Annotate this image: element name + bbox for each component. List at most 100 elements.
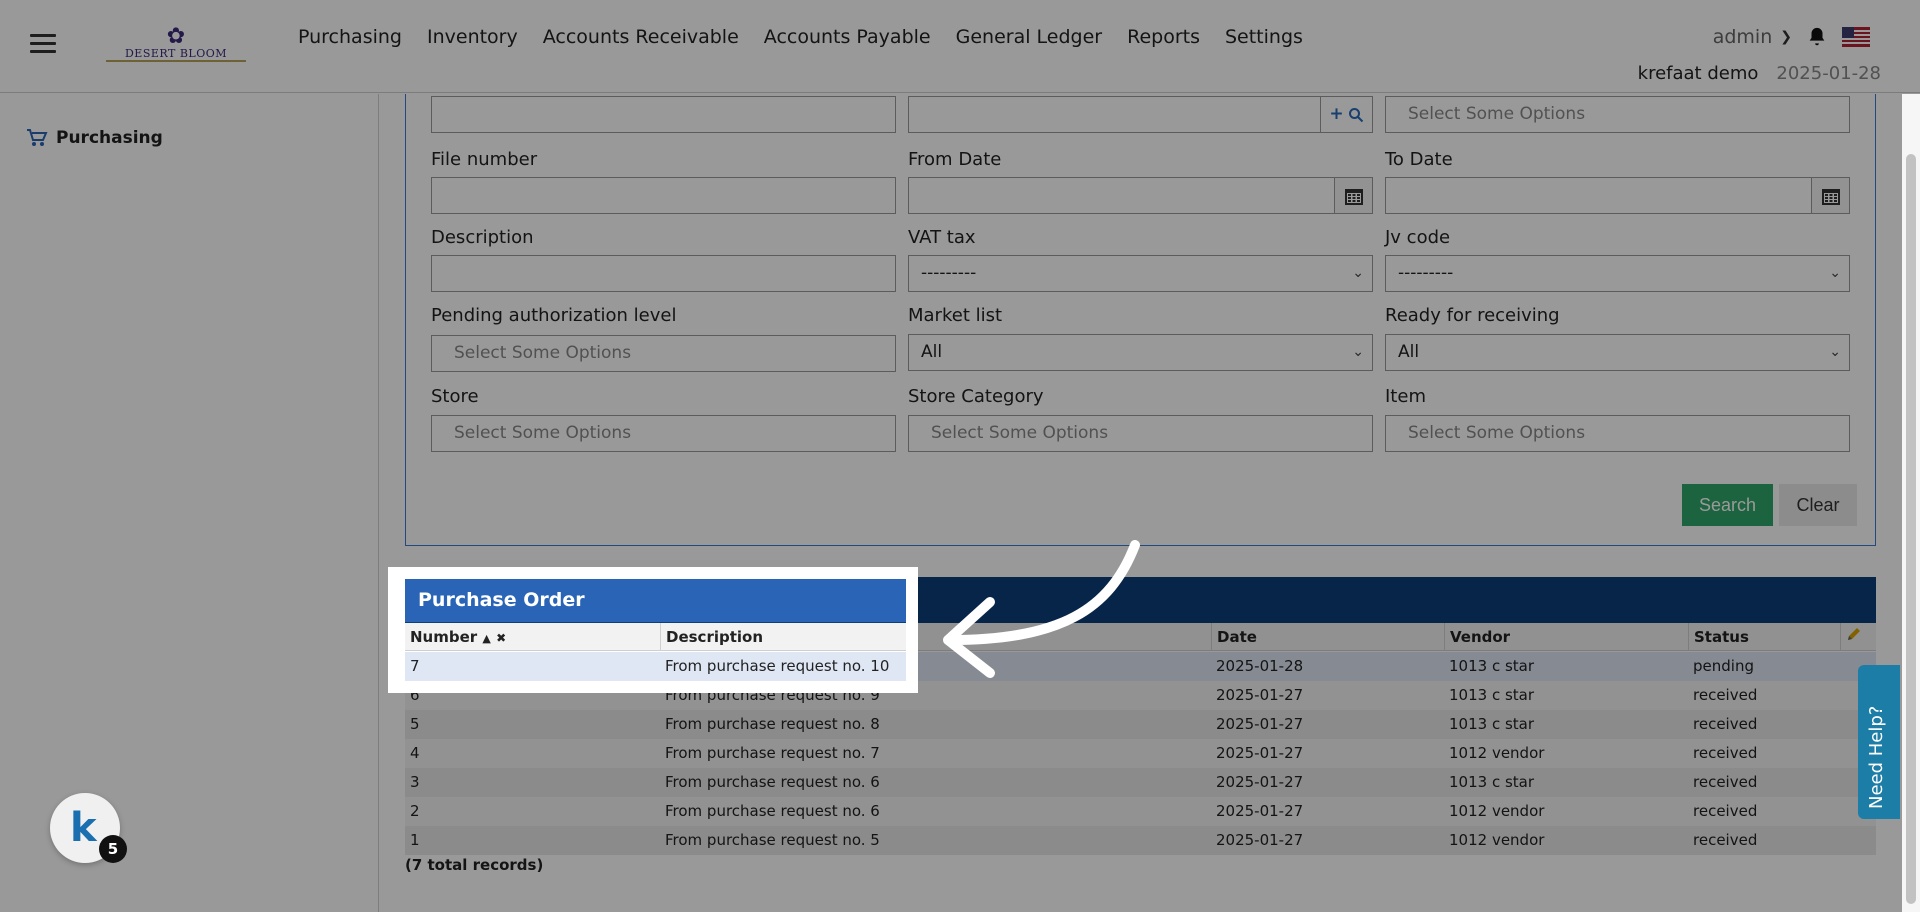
nav-settings[interactable]: Settings [1225,26,1303,48]
need-help-tab[interactable]: Need Help? [1858,665,1900,819]
from-date-input[interactable] [908,177,1373,214]
nav-purchasing[interactable]: Purchasing [298,26,402,48]
top-multiselect[interactable]: Select Some Options [1385,96,1850,133]
company-name: krefaat demo [1637,63,1759,84]
column-date[interactable]: Date [1211,623,1444,651]
from-date-label: From Date [908,149,1002,170]
description-input[interactable] [431,255,896,292]
jv-code-select[interactable]: --------- ⌄ [1385,255,1850,292]
menu-icon[interactable] [30,34,56,54]
nav-accounts-receivable[interactable]: Accounts Receivable [543,26,739,48]
chevron-down-icon: ⌄ [1352,265,1364,281]
ready-receiving-label: Ready for receiving [1385,305,1560,326]
sidebar: Purchasing [0,94,379,912]
table-row[interactable]: 4 From purchase request no. 7 2025-01-27 10… [405,739,1876,768]
cell-date: 2025-01-27 [1216,744,1304,762]
table-row[interactable]: 2 From purchase request no. 6 2025-01-27 10… [405,797,1876,826]
logo-text: DESERT BLOOM [124,47,228,60]
cart-icon [27,129,48,146]
top-field-1[interactable] [431,96,896,133]
vendor-field[interactable]: + [908,96,1373,133]
user-area: admin ❯ [1713,26,1870,48]
nav-accounts-payable[interactable]: Accounts Payable [764,26,931,48]
cell-description: From purchase request no. 6 [665,802,880,820]
table-row[interactable]: 1 From purchase request no. 5 2025-01-27 10… [405,826,1876,855]
market-list-label: Market list [908,305,1003,326]
vendor-tools: + [1320,97,1372,132]
column-status[interactable]: Status [1688,623,1844,651]
sidebar-item-purchasing[interactable]: Purchasing [26,128,163,148]
assistant-badge[interactable]: k 5 [50,793,127,863]
search-button[interactable]: Search [1682,484,1773,526]
cell-date: 2025-01-27 [1216,773,1304,791]
user-meta: krefaat demo 2025-01-28 [1638,63,1881,84]
cell-description: From purchase request no. 6 [665,773,880,791]
chevron-down-icon[interactable]: ❯ [1780,29,1792,45]
calendar-icon[interactable] [1811,178,1849,213]
table-row[interactable]: 5 From purchase request no. 8 2025-01-27 10… [405,710,1876,739]
bell-icon[interactable] [1806,26,1828,48]
cell-vendor: 1012 vendor [1449,802,1545,820]
cell-date: 2025-01-28 [1216,657,1304,675]
logo[interactable]: ✿ DESERT BLOOM [106,26,246,66]
main-nav: Purchasing Inventory Accounts Receivable… [298,26,1328,48]
item-label: Item [1385,386,1426,407]
cell-vendor: 1012 vendor [1449,831,1545,849]
cell-number: 1 [410,831,420,849]
cell-status: received [1693,773,1758,791]
k-logo-icon: k [70,805,97,851]
cell-vendor: 1013 c star [1449,773,1535,791]
cell-status: received [1693,715,1758,733]
add-icon[interactable]: + [1329,97,1343,132]
current-date: 2025-01-28 [1776,63,1881,84]
to-date-input[interactable] [1385,177,1850,214]
jv-code-value: --------- [1398,263,1454,283]
table-row[interactable]: 3 From purchase request no. 6 2025-01-27 10… [405,768,1876,797]
jv-code-label: Jv code [1385,227,1451,248]
cell-vendor: 1013 c star [1449,715,1535,733]
nav-reports[interactable]: Reports [1127,26,1200,48]
store-category-select[interactable]: Select Some Options [908,415,1373,452]
cell-status: received [1693,686,1758,704]
cell-description: From purchase request no. 8 [665,715,880,733]
highlight-frame [388,567,918,693]
nav-general-ledger[interactable]: General Ledger [956,26,1102,48]
cell-date: 2025-01-27 [1216,686,1304,704]
cell-number: 3 [410,773,420,791]
pending-auth-select[interactable]: Select Some Options [431,335,896,372]
top-bar: ✿ DESERT BLOOM Purchasing Inventory Acco… [0,0,1920,93]
pending-auth-label: Pending authorization level [431,305,677,326]
nav-inventory[interactable]: Inventory [427,26,518,48]
ready-receiving-select[interactable]: All ⌄ [1385,334,1850,371]
column-vendor[interactable]: Vendor [1444,623,1688,651]
cell-date: 2025-01-27 [1216,802,1304,820]
us-flag-icon[interactable] [1842,27,1870,47]
edit-icon[interactable] [1840,623,1876,651]
market-list-value: All [921,342,943,362]
clear-button[interactable]: Clear [1779,484,1857,526]
cell-number: 4 [410,744,420,762]
cell-number: 5 [410,715,420,733]
user-menu[interactable]: admin [1713,26,1773,48]
cell-vendor: 1013 c star [1449,657,1535,675]
store-category-label: Store Category [908,386,1044,407]
sidebar-item-label: Purchasing [56,128,163,148]
item-select[interactable]: Select Some Options [1385,415,1850,452]
market-list-select[interactable]: All ⌄ [908,334,1373,371]
cell-description: From purchase request no. 7 [665,744,880,762]
cell-vendor: 1013 c star [1449,686,1535,704]
cell-description: From purchase request no. 5 [665,831,880,849]
cell-vendor: 1012 vendor [1449,744,1545,762]
store-label: Store [431,386,479,407]
flower-icon: ✿ [166,24,186,49]
to-date-label: To Date [1385,149,1453,170]
file-number-input[interactable] [431,177,896,214]
vat-tax-select[interactable]: --------- ⌄ [908,255,1373,292]
calendar-icon[interactable] [1334,178,1372,213]
chevron-down-icon: ⌄ [1829,344,1841,360]
scrollbar[interactable] [1902,94,1920,912]
search-icon[interactable] [1348,107,1364,123]
ready-receiving-value: All [1398,342,1420,362]
store-select[interactable]: Select Some Options [431,415,896,452]
notification-count: 5 [99,835,127,863]
